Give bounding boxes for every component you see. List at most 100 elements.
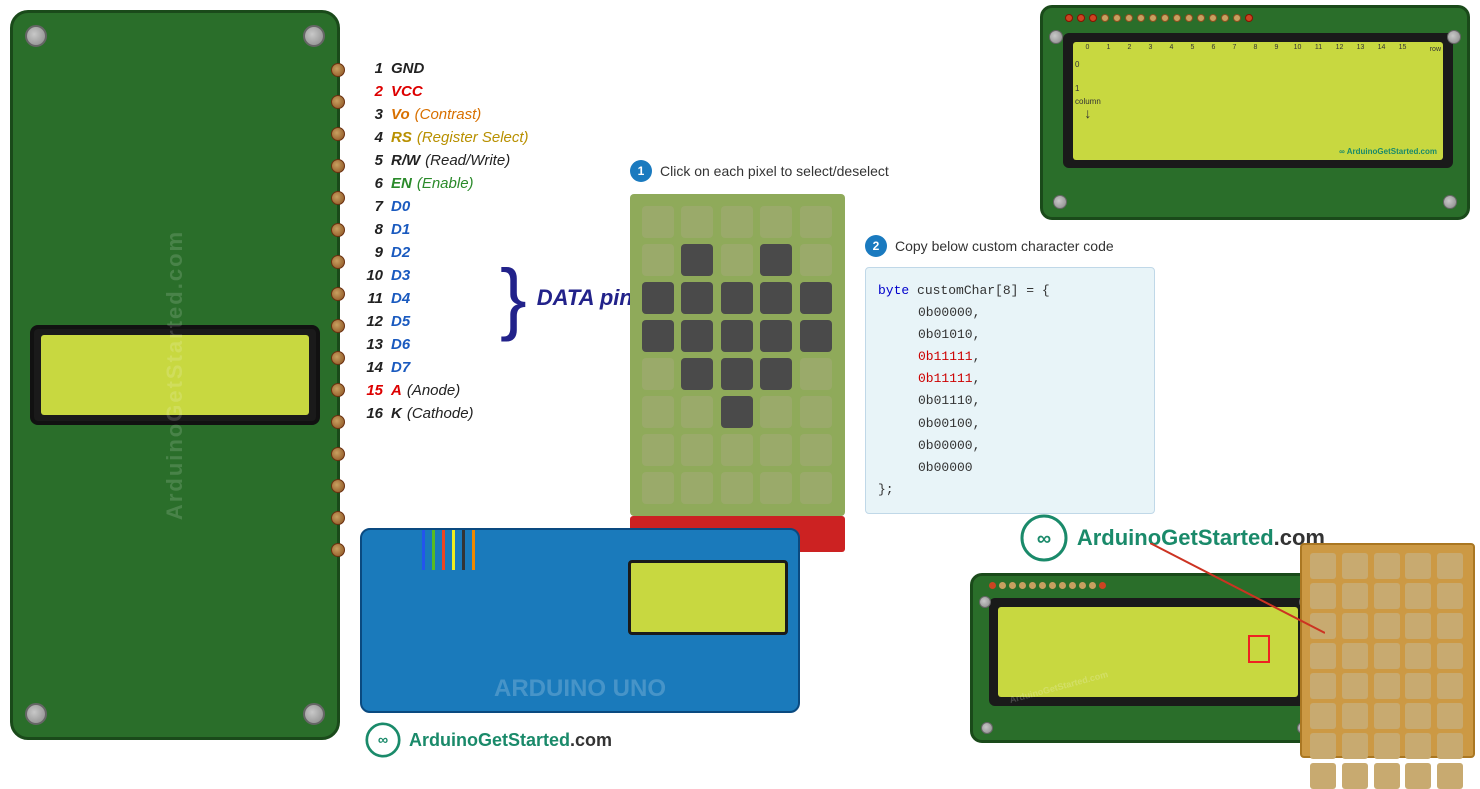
- lcd-watermark: ArduinoGetStarted.com: [162, 230, 188, 520]
- pin-list: 1 GND 2 VCC 3 Vo (Contrast) 4 RS (Regist…: [355, 60, 635, 428]
- code-keyword: byte: [878, 283, 909, 298]
- wire-yellow-1: [452, 530, 455, 570]
- mini-pixel-cell-13: [1405, 613, 1431, 639]
- pixel-cell-8[interactable]: [760, 244, 792, 276]
- mini-pixel-cell-4: [1437, 553, 1463, 579]
- svg-text:∞: ∞: [378, 733, 388, 749]
- logo-br-arduino: Arduino: [1077, 525, 1161, 550]
- pixel-cell-11[interactable]: [681, 282, 713, 314]
- pixel-cell-21[interactable]: [681, 358, 713, 390]
- pixel-cell-30[interactable]: [642, 434, 674, 466]
- pixel-cell-29[interactable]: [800, 396, 832, 428]
- mini-pixel-cell-19: [1437, 643, 1463, 669]
- pixel-cell-16[interactable]: [681, 320, 713, 352]
- custom-char-indicator: [1248, 635, 1270, 663]
- pixel-cell-1[interactable]: [681, 206, 713, 238]
- connector-dot-4: [331, 159, 345, 173]
- pixel-cell-24[interactable]: [800, 358, 832, 390]
- pixel-cell-0[interactable]: [642, 206, 674, 238]
- mini-pixel-cell-25: [1310, 703, 1336, 729]
- pin-num-4: 4: [355, 129, 383, 146]
- code-line-1: 0b01010,: [918, 324, 980, 346]
- svg-text:∞: ∞: [1037, 528, 1051, 550]
- mini-pixel-cell-24: [1437, 673, 1463, 699]
- pin-item-1: 1 GND: [355, 60, 635, 77]
- logo-text: ArduinoGetStarted.com: [409, 730, 612, 751]
- col-4: 4: [1161, 44, 1182, 51]
- br-conn-11: [1089, 582, 1096, 589]
- mini-pixel-cell-38: [1405, 763, 1431, 789]
- pixel-cell-3[interactable]: [760, 206, 792, 238]
- lcd-tr-inner: 0 1 2 3 4 5 6 7 8 9 10 11 12 13 14 15: [1063, 33, 1453, 168]
- mini-pixel-grid-area: [1300, 543, 1475, 758]
- pixel-cell-26[interactable]: [681, 396, 713, 428]
- pixel-cell-38[interactable]: [760, 472, 792, 504]
- mini-pixel-cell-28: [1405, 703, 1431, 729]
- pixel-cell-27[interactable]: [721, 396, 753, 428]
- code-line-6: 0b00000,: [918, 435, 980, 457]
- pixel-cell-4[interactable]: [800, 206, 832, 238]
- pin-item-15: 15 A (Anode): [355, 382, 635, 399]
- br-conn-5: [1029, 582, 1036, 589]
- pixel-cell-12[interactable]: [721, 282, 753, 314]
- logo-com: .com: [570, 730, 612, 750]
- wire-blue-1: [422, 530, 425, 570]
- code-line-0: 0b00000,: [918, 302, 980, 324]
- col-0: 0: [1077, 44, 1098, 51]
- pixel-cell-18[interactable]: [760, 320, 792, 352]
- pixel-cell-19[interactable]: [800, 320, 832, 352]
- pixel-cell-32[interactable]: [721, 434, 753, 466]
- pixel-cell-20[interactable]: [642, 358, 674, 390]
- pin-item-3: 3 Vo (Contrast): [355, 106, 635, 123]
- mini-pixel-cell-33: [1405, 733, 1431, 759]
- tr-connector-brown-5: [1149, 14, 1157, 22]
- col-5: 5: [1182, 44, 1203, 51]
- code-value-0: 0b00000: [918, 305, 973, 320]
- step1-text: Click on each pixel to select/deselect: [660, 163, 889, 179]
- pixel-cell-35[interactable]: [642, 472, 674, 504]
- row-label: row: [1430, 46, 1441, 53]
- pixel-cell-2[interactable]: [721, 206, 753, 238]
- pixel-cell-22[interactable]: [721, 358, 753, 390]
- pixel-cell-31[interactable]: [681, 434, 713, 466]
- br-conn-4: [1019, 582, 1026, 589]
- pin-name-2: VCC: [391, 83, 423, 100]
- pixel-cell-9[interactable]: [800, 244, 832, 276]
- mini-pixel-cell-8: [1405, 583, 1431, 609]
- col-13: 13: [1350, 44, 1371, 51]
- pin-desc-16: (Cathode): [407, 405, 474, 422]
- pixel-cell-7[interactable]: [721, 244, 753, 276]
- pixel-grid[interactable]: [630, 194, 845, 516]
- pixel-cell-6[interactable]: [681, 244, 713, 276]
- mini-pixel-cell-21: [1342, 673, 1368, 699]
- mini-pixel-cell-7: [1374, 583, 1400, 609]
- tr-connector-red-1: [1065, 14, 1073, 22]
- pixel-cell-5[interactable]: [642, 244, 674, 276]
- pixel-cell-28[interactable]: [760, 396, 792, 428]
- pin-num-8: 8: [355, 221, 383, 238]
- lcd-large: ArduinoGetStarted.com: [10, 10, 340, 740]
- pin-num-1: 1: [355, 60, 383, 77]
- pixel-cell-39[interactable]: [800, 472, 832, 504]
- arduino-watermark: ARDUINO UNO: [494, 675, 666, 703]
- pixel-cell-23[interactable]: [760, 358, 792, 390]
- pixel-cell-17[interactable]: [721, 320, 753, 352]
- logo-br-text: ArduinoGetStarted.com: [1077, 525, 1325, 551]
- pixel-cell-33[interactable]: [760, 434, 792, 466]
- pixel-cell-25[interactable]: [642, 396, 674, 428]
- step1-circle: 1: [630, 160, 652, 182]
- pixel-cell-10[interactable]: [642, 282, 674, 314]
- br-conn-3: [1009, 582, 1016, 589]
- lcd-top-right: 0 1 2 3 4 5 6 7 8 9 10 11 12 13 14 15: [1040, 5, 1470, 220]
- pixel-cell-13[interactable]: [760, 282, 792, 314]
- pixel-cell-34[interactable]: [800, 434, 832, 466]
- pixel-cell-36[interactable]: [681, 472, 713, 504]
- pin-name-8: D1: [391, 221, 410, 238]
- pixel-cell-15[interactable]: [642, 320, 674, 352]
- pixel-cell-14[interactable]: [800, 282, 832, 314]
- pin-num-2: 2: [355, 83, 383, 100]
- pixel-cell-37[interactable]: [721, 472, 753, 504]
- code-value-7: 0b00000: [918, 460, 973, 475]
- mini-pixel-cell-5: [1310, 583, 1336, 609]
- code-section: 2 Copy below custom character code byte …: [865, 235, 1155, 514]
